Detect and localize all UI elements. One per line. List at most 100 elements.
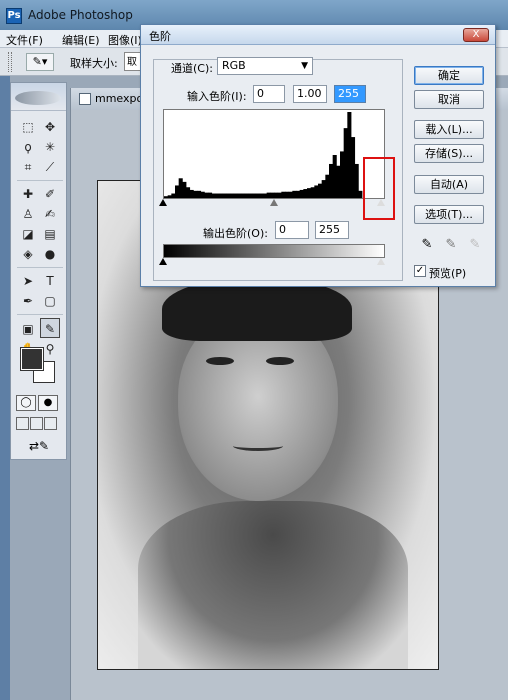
channel-select[interactable]: RGB ▼ [217, 57, 313, 75]
move-tool-icon[interactable]: ✥ [40, 117, 60, 137]
histogram-bar [303, 189, 308, 198]
histogram-bar [340, 151, 345, 198]
histogram-bar [263, 193, 268, 198]
black-eyedropper-icon[interactable]: ✎ [419, 237, 435, 253]
shape-tool-icon[interactable]: ▢ [40, 291, 60, 311]
path-select-icon[interactable]: ➤ [18, 271, 38, 291]
channel-label: 通道(C): [171, 62, 213, 75]
histogram-bar [358, 190, 363, 198]
screen-mode-standard-icon[interactable] [16, 417, 29, 430]
mask-mode-buttons: ◯ ● [16, 395, 64, 413]
portrait-shirt [138, 501, 408, 669]
histogram-bar [310, 187, 315, 198]
output-levels-slider[interactable] [159, 258, 385, 268]
histogram-bar [343, 128, 348, 199]
standard-mode-icon[interactable]: ◯ [16, 395, 36, 411]
output-white-field[interactable]: 255 [315, 221, 349, 239]
eyedropper-icon[interactable]: ✎▾ [26, 53, 54, 71]
healing-brush-icon[interactable]: ✚ [18, 184, 38, 204]
output-gradient-bar [163, 244, 385, 258]
input-levels-slider[interactable] [159, 199, 385, 209]
slice-tool-icon[interactable]: ⟋ [40, 157, 60, 177]
histogram-bar [252, 193, 257, 198]
type-tool-icon[interactable]: T [40, 271, 60, 291]
input-gamma-field[interactable]: 1.00 [293, 85, 327, 103]
histogram-bar [259, 193, 264, 198]
document-icon [79, 93, 91, 105]
histogram-bar [244, 193, 249, 198]
gray-eyedropper-icon[interactable]: ✎ [443, 237, 459, 253]
save-button[interactable]: 存储(S)... [414, 144, 484, 163]
tool-separator [17, 264, 63, 268]
ok-button[interactable]: 确定 [414, 66, 484, 85]
auto-button[interactable]: 自动(A) [414, 175, 484, 194]
magic-wand-icon[interactable]: ✳ [40, 137, 60, 157]
foreground-color-swatch[interactable] [20, 347, 44, 371]
histogram [163, 109, 385, 199]
sample-size-label: 取样大小: [70, 57, 118, 70]
histogram-bar [204, 192, 209, 199]
histogram-bar [200, 191, 205, 198]
brush-tool-icon[interactable]: ✐ [40, 184, 60, 204]
lasso-tool-icon[interactable]: ϙ [18, 137, 38, 157]
preview-label: 预览(P) [429, 267, 467, 280]
options-button[interactable]: 选项(T)... [414, 205, 484, 224]
dialog-titlebar[interactable]: 色阶 X [141, 25, 495, 45]
cancel-button[interactable]: 取消 [414, 90, 484, 109]
histogram-bar [318, 183, 323, 198]
toolbox-panel: ⬚✥ ϙ✳ ⌗⟋ ✚✐ ♙✍ ◪▤ ◈● ➤T ✒▢ ▣✎ ✋⚲ ◯● ⇄✎ [10, 82, 67, 460]
histogram-bar [299, 189, 304, 198]
input-white-point-handle[interactable] [377, 199, 385, 206]
levels-dialog: 色阶 X 通道(C): RGB ▼ 输入色阶(I): 0 1.00 255 输出色… [140, 24, 496, 287]
histogram-bar [171, 193, 176, 198]
pen-tool-icon[interactable]: ✒ [18, 291, 38, 311]
white-eyedropper-icon[interactable]: ✎ [467, 237, 483, 253]
menu-edit[interactable]: 编辑(E) [62, 32, 100, 48]
highlight-annotation-box [363, 157, 395, 220]
histogram-bar [336, 165, 341, 198]
preview-checkbox[interactable]: ✓ [414, 265, 426, 277]
histogram-bar [329, 163, 334, 198]
input-black-point-handle[interactable] [159, 199, 167, 206]
histogram-bar [226, 193, 231, 198]
history-brush-icon[interactable]: ✍ [40, 204, 60, 224]
zoom-tool-icon[interactable]: ⚲ [40, 339, 60, 359]
menu-image[interactable]: 图像(I) [108, 32, 142, 48]
load-button[interactable]: 载入(L)... [414, 120, 484, 139]
jump-to-imageready-icon[interactable]: ⇄✎ [19, 439, 59, 455]
tool-separator [17, 177, 63, 181]
histogram-bar [266, 192, 271, 199]
channel-value: RGB [222, 59, 246, 72]
input-black-field[interactable]: 0 [253, 85, 285, 103]
dodge-tool-icon[interactable]: ● [40, 244, 60, 264]
screen-mode-full-icon[interactable] [44, 417, 57, 430]
photoshop-app-icon: Ps [6, 8, 22, 24]
tool-separator [17, 311, 63, 315]
input-white-field[interactable]: 255 [334, 85, 366, 103]
histogram-bar [347, 112, 352, 198]
output-white-handle[interactable] [377, 258, 385, 265]
screen-mode-full-menu-icon[interactable] [30, 417, 43, 430]
crop-tool-icon[interactable]: ⌗ [18, 157, 38, 177]
dialog-title: 色阶 [149, 30, 171, 43]
toolbar-grip[interactable] [8, 52, 12, 72]
notes-tool-icon[interactable]: ▣ [18, 319, 38, 339]
eraser-tool-icon[interactable]: ◪ [18, 224, 38, 244]
marquee-tool-icon[interactable]: ⬚ [18, 117, 38, 137]
clone-stamp-icon[interactable]: ♙ [18, 204, 38, 224]
portrait-right-eye [266, 357, 294, 365]
histogram-bar [351, 137, 356, 198]
histogram-bar [248, 193, 253, 198]
histogram-bar [314, 185, 319, 198]
close-icon[interactable]: X [463, 28, 489, 42]
eyedropper-tool-icon[interactable]: ✎ [40, 318, 60, 338]
gradient-tool-icon[interactable]: ▤ [40, 224, 60, 244]
histogram-bar [193, 190, 198, 198]
toolbox-header[interactable] [11, 83, 66, 111]
menu-file[interactable]: 文件(F) [6, 32, 43, 48]
output-black-handle[interactable] [159, 258, 167, 265]
blur-tool-icon[interactable]: ◈ [18, 244, 38, 264]
input-gamma-handle[interactable] [270, 199, 278, 206]
quickmask-mode-icon[interactable]: ● [38, 395, 58, 411]
output-black-field[interactable]: 0 [275, 221, 309, 239]
